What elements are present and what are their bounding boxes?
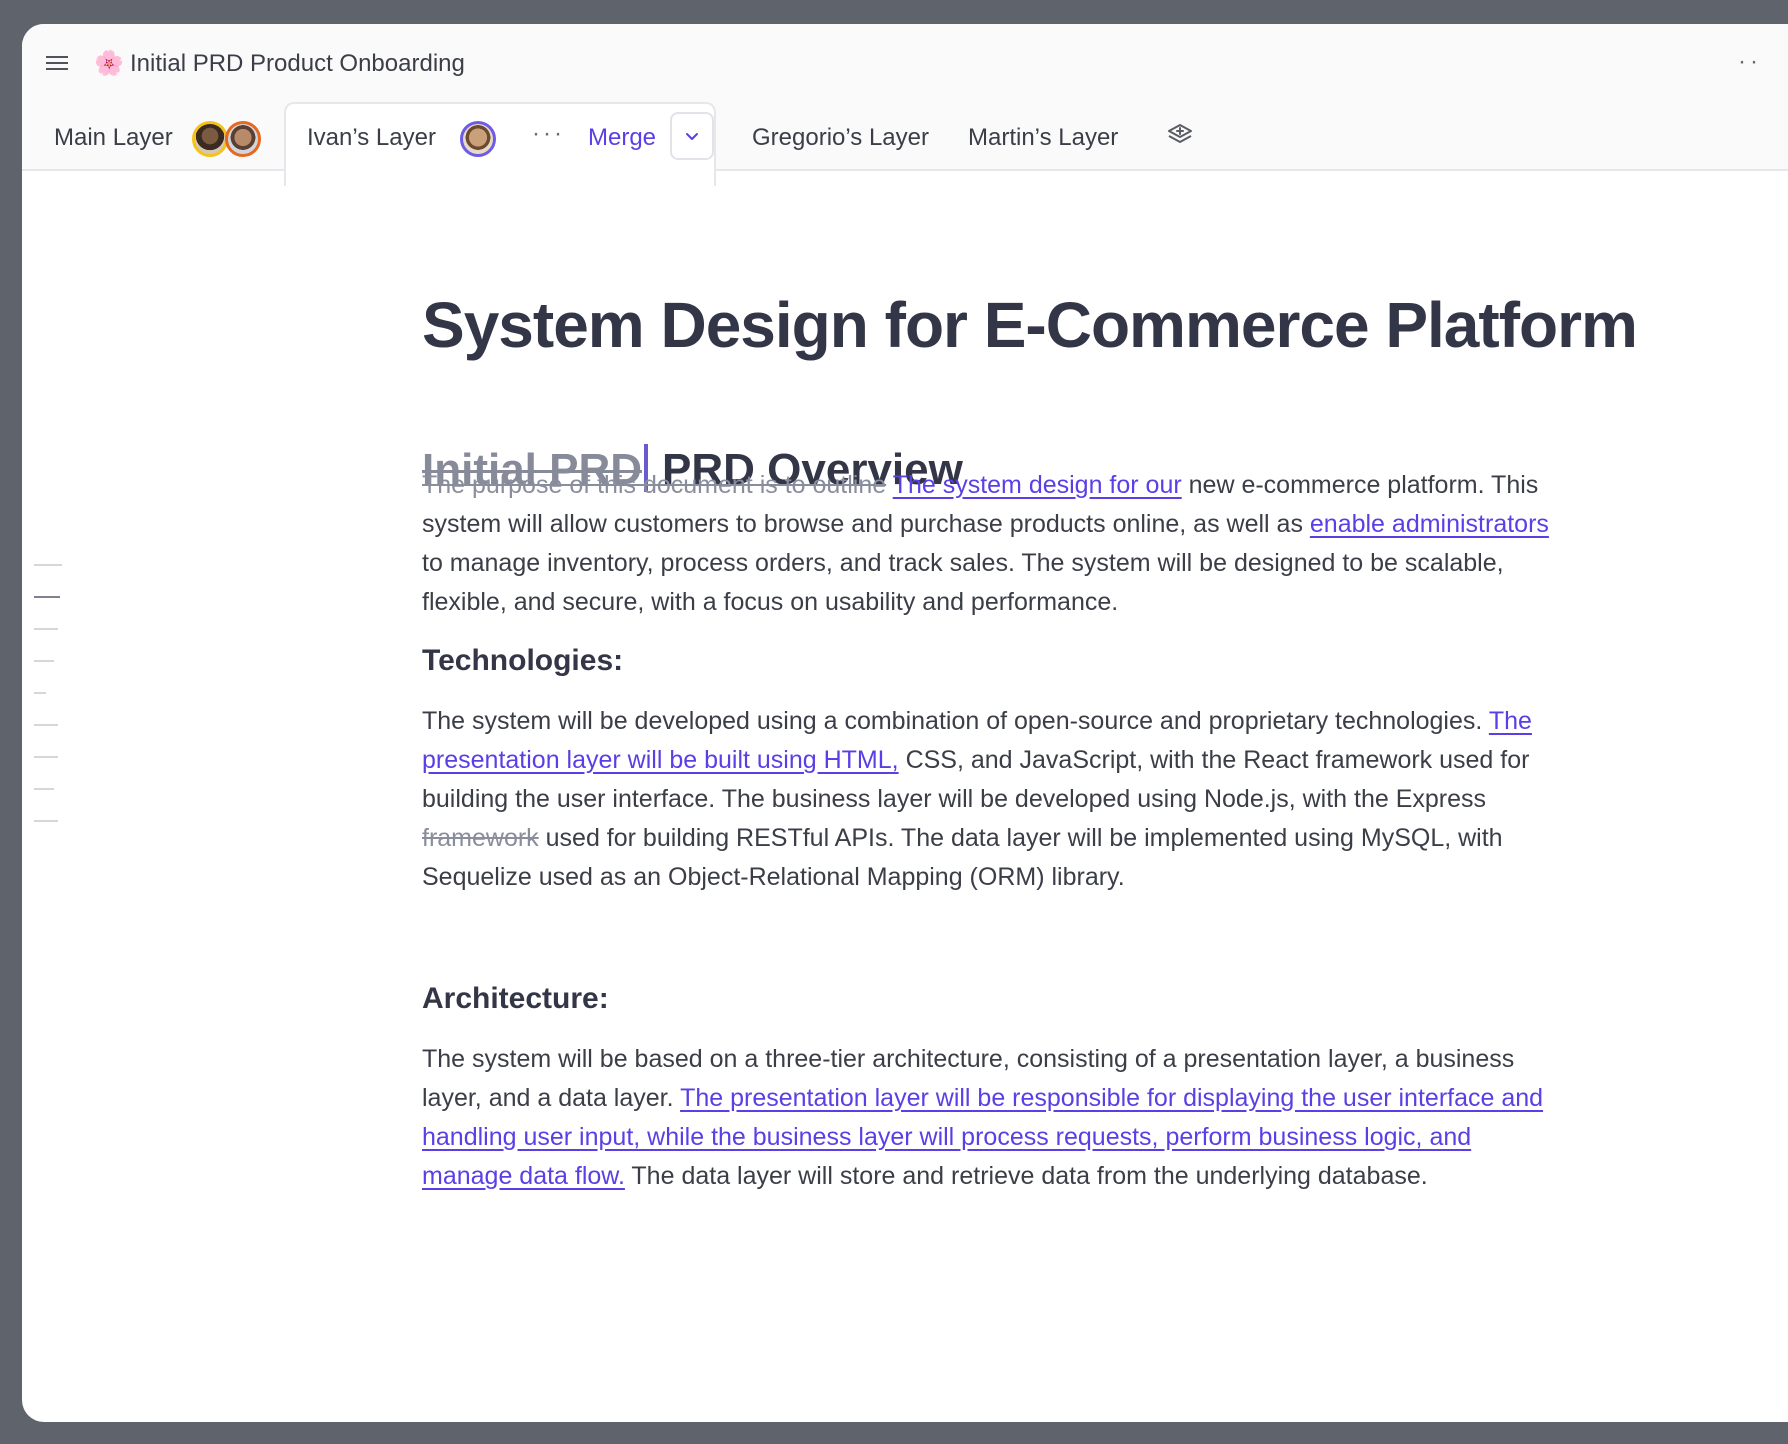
paragraph-text: The data layer will store and retrieve d…	[624, 1162, 1428, 1190]
outline-marker[interactable]	[34, 660, 54, 662]
avatar	[192, 121, 228, 157]
avatar	[460, 121, 496, 157]
outline-marker[interactable]	[34, 756, 58, 758]
app-window: 🌸 Initial PRD Product Onboarding ·· Main…	[22, 24, 1788, 1422]
outline-marker[interactable]	[34, 628, 58, 630]
top-bar: 🌸 Initial PRD Product Onboarding ·· Main…	[22, 24, 1788, 186]
tab-main-layer[interactable]: Main Layer	[54, 124, 173, 152]
document-heading: System Design for E-Commerce Platform	[422, 289, 1638, 361]
inserted-text[interactable]: enable administrators	[1310, 510, 1549, 538]
tab-ivans-layer[interactable]: Ivan’s Layer	[307, 124, 436, 152]
flower-emoji-icon: 🌸	[94, 50, 124, 77]
outline-marker[interactable]	[34, 724, 58, 726]
technologies-paragraph: The system will be developed using a com…	[422, 702, 1562, 897]
deleted-text: framework	[422, 824, 539, 852]
paragraph-text: The system will be developed using a com…	[422, 707, 1489, 735]
chevron-down-icon	[686, 133, 698, 140]
outline-marker[interactable]	[34, 564, 62, 566]
outline-marker[interactable]	[34, 692, 46, 694]
more-dots-icon[interactable]: ···	[532, 120, 565, 148]
section-heading-technologies: Technologies:	[422, 644, 624, 677]
hamburger-menu-icon[interactable]	[46, 52, 72, 74]
outline-marker-active[interactable]	[34, 596, 60, 598]
more-options-icon[interactable]: ··	[1738, 48, 1762, 76]
tab-gregorios-layer[interactable]: Gregorio’s Layer	[752, 124, 929, 152]
architecture-paragraph: The system will be based on a three-tier…	[422, 1040, 1562, 1196]
outline-marker[interactable]	[34, 788, 54, 790]
paragraph-text: used for building RESTful APIs. The data…	[422, 824, 1503, 891]
avatar	[225, 121, 261, 157]
paragraph-text: to manage inventory, process orders, and…	[422, 549, 1504, 616]
layers-icon[interactable]	[1166, 122, 1194, 150]
merge-options-button[interactable]	[670, 112, 714, 160]
inserted-text[interactable]: The system design for our	[893, 471, 1182, 499]
document-title: Initial PRD Product Onboarding	[130, 50, 465, 77]
merge-button[interactable]: Merge	[588, 124, 656, 152]
overview-paragraph: The purpose of this document is to outli…	[422, 466, 1562, 622]
tab-martins-layer[interactable]: Martin’s Layer	[968, 124, 1118, 152]
section-heading-architecture: Architecture:	[422, 982, 609, 1015]
outline-marker[interactable]	[34, 820, 58, 822]
deleted-text: The purpose of this document is to outli…	[422, 471, 887, 499]
